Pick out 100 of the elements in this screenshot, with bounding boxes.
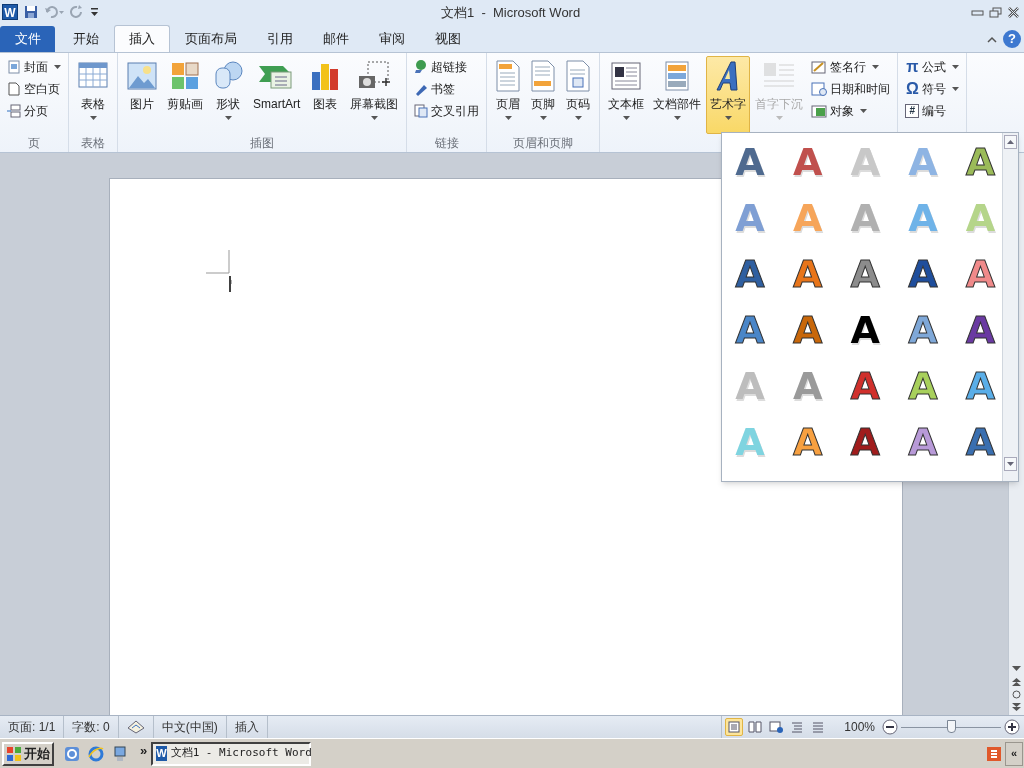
ribbon-button[interactable]: 剪贴画	[163, 56, 207, 134]
caret-icon	[872, 64, 880, 69]
zoom-out-icon[interactable]	[882, 719, 898, 735]
ribbon-tab[interactable]: 邮件	[308, 25, 364, 52]
wordart-style-option[interactable]: A	[960, 309, 1001, 351]
ribbon-button[interactable]: 文本框	[604, 56, 649, 134]
ribbon-button[interactable]: 屏幕截图	[346, 56, 403, 134]
gallery-scrollbar[interactable]	[1002, 133, 1018, 481]
cross-reference-icon	[414, 103, 429, 118]
ribbon-tab[interactable]: 开始	[58, 25, 114, 52]
wordart-style-option[interactable]: A	[730, 309, 770, 351]
ribbon-tab[interactable]: 审阅	[364, 25, 420, 52]
wordart-style-option[interactable]: A	[787, 141, 828, 183]
caret-icon	[89, 116, 97, 120]
save-icon[interactable]	[24, 5, 38, 19]
group-label: 链接	[434, 136, 459, 152]
ribbon-button[interactable]: Ω 符号	[902, 78, 963, 99]
previous-page-icon[interactable]	[1012, 678, 1021, 686]
quick-launch-icon[interactable]	[64, 745, 80, 762]
ribbon-button[interactable]: 分页	[4, 100, 64, 121]
group-label: 页	[28, 136, 40, 152]
wordart-style-option[interactable]: A	[902, 253, 943, 295]
ribbon-button[interactable]: 日期和时间	[808, 78, 894, 99]
scroll-up-icon[interactable]	[1004, 135, 1018, 149]
wordart-style-option[interactable]: A	[730, 253, 770, 295]
expand-tray-button[interactable]: «	[1005, 741, 1023, 766]
help-button[interactable]: ?	[1003, 30, 1021, 48]
status-text: 字数: 0	[72, 719, 110, 736]
browser-icon[interactable]	[88, 745, 104, 762]
wordart-style-option[interactable]: A	[730, 141, 770, 183]
header-page-icon	[495, 60, 522, 92]
caret-icon	[673, 116, 681, 120]
caret-icon	[952, 64, 960, 69]
ribbon-button[interactable]: 页眉	[491, 56, 526, 134]
wordart-style-option[interactable]: A	[845, 365, 886, 407]
start-button[interactable]: 开始	[2, 741, 54, 766]
signature-icon	[811, 59, 828, 74]
close-icon[interactable]	[1007, 6, 1020, 18]
ribbon-button[interactable]: 页脚	[526, 56, 561, 134]
caret-icon	[860, 108, 868, 113]
wordart-style-option[interactable]: A	[845, 421, 886, 463]
ribbon-tab[interactable]: 页面布局	[170, 25, 252, 52]
customize-toolbar-icon[interactable]	[90, 7, 99, 17]
desktop-icon[interactable]	[112, 745, 128, 762]
zoom-level[interactable]: 100%	[830, 718, 879, 736]
ribbon-button[interactable]: 形状	[208, 56, 248, 134]
object-icon	[811, 103, 828, 118]
more-button[interactable]: »	[132, 739, 148, 757]
caret-icon	[224, 116, 232, 120]
wordart-style-option[interactable]: A	[960, 421, 1001, 463]
ribbon-button[interactable]: 页码	[561, 56, 596, 134]
zoom-slider[interactable]	[901, 719, 1001, 735]
undo-icon[interactable]	[44, 5, 64, 19]
wordart-style-option[interactable]: A	[787, 309, 828, 351]
ribbon-button[interactable]: 对象	[808, 100, 894, 121]
ribbon-button[interactable]: 书签	[411, 78, 483, 99]
ribbon-tab[interactable]: 文件	[0, 26, 55, 52]
next-page-icon[interactable]	[1012, 703, 1021, 711]
word-logo: W	[2, 4, 18, 20]
ribbon-button[interactable]: 艺术字	[706, 56, 751, 134]
ribbon-button[interactable]: 签名行	[808, 56, 894, 77]
print-layout-button[interactable]	[725, 718, 744, 736]
ribbon-tab[interactable]: 插入	[114, 25, 170, 52]
ribbon-tab[interactable]: 引用	[252, 25, 308, 52]
reading-layout-button[interactable]	[746, 718, 765, 736]
ribbon-button[interactable]: SmartArt	[249, 56, 305, 134]
ribbon-tab[interactable]: 视图	[420, 25, 476, 52]
scroll-down-icon[interactable]	[1004, 457, 1018, 471]
zoom-in-icon[interactable]	[1004, 719, 1020, 735]
ribbon-button[interactable]: π 公式	[902, 56, 963, 77]
globe-link-icon	[414, 59, 429, 74]
calendar-icon	[811, 81, 828, 96]
caret-icon	[775, 116, 783, 120]
ribbon-button[interactable]: 空白页	[4, 78, 64, 99]
collapse-ribbon-icon[interactable]	[987, 35, 997, 43]
browse-object-icon[interactable]	[1012, 690, 1021, 699]
ribbon-button[interactable]: # 编号	[902, 100, 963, 121]
text-box-icon	[610, 60, 643, 92]
ribbon-button[interactable]: 表格	[73, 56, 113, 134]
taskbar-button[interactable]: W 文档1 - Microsoft Word	[151, 741, 312, 766]
caret-icon	[539, 116, 547, 120]
ribbon-button[interactable]: 交叉引用	[411, 100, 483, 121]
ribbon-button[interactable]: 图表	[305, 56, 346, 134]
reading-layout-icon	[747, 719, 764, 735]
caret-icon	[724, 116, 732, 120]
input-method-icon[interactable]	[987, 745, 1001, 762]
web-layout-button[interactable]	[767, 718, 786, 736]
ribbon-button[interactable]: 文档部件	[649, 56, 706, 134]
ribbon-button[interactable]: 图片	[122, 56, 162, 134]
zoom-slider-thumb[interactable]	[947, 720, 956, 733]
scroll-down-icon[interactable]	[1012, 666, 1021, 672]
proofing-book-icon[interactable]	[126, 720, 145, 734]
picture-icon	[126, 60, 158, 92]
redo-icon[interactable]	[70, 5, 84, 19]
ribbon-button[interactable]: 封面	[4, 56, 64, 77]
document-parts-icon	[663, 60, 692, 92]
ribbon-button[interactable]: 超链接	[411, 56, 483, 77]
restore-icon[interactable]	[989, 6, 1002, 18]
footer-page-icon	[530, 60, 557, 92]
wordart-style-option[interactable]: A	[845, 309, 886, 351]
